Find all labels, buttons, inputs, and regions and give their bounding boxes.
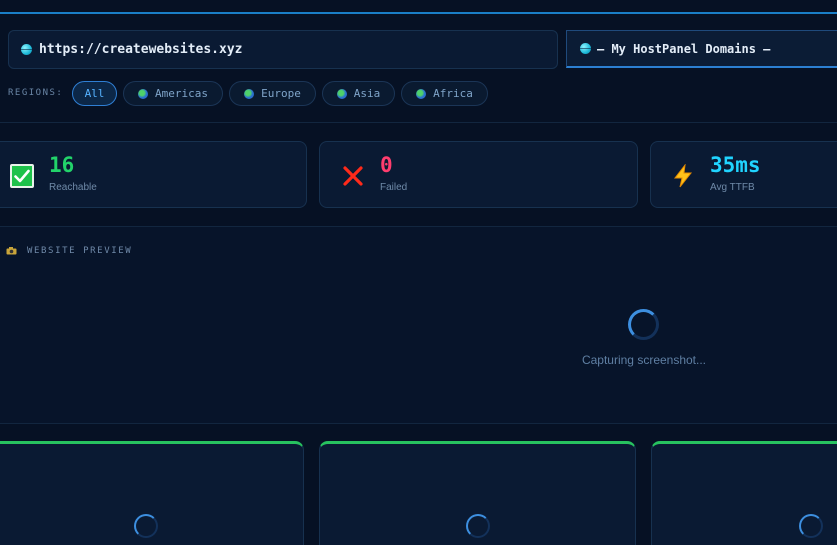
stat-card-failed: 0 Failed	[319, 141, 638, 208]
lightning-icon	[673, 164, 693, 188]
check-icon	[10, 164, 34, 188]
page: https://createwebsites.xyz — My HostPane…	[0, 0, 837, 545]
url-text: https://createwebsites.xyz	[39, 42, 243, 57]
loading-spinner	[799, 514, 823, 538]
top-accent-line	[0, 12, 837, 14]
capturing-status: Capturing screenshot...	[581, 353, 707, 367]
earth-icon	[244, 88, 255, 99]
loading-spinner	[134, 514, 158, 538]
camera-icon	[6, 247, 17, 255]
loading-spinner	[466, 514, 490, 538]
earth-icon	[416, 88, 427, 99]
domain-select-value: — My HostPanel Domains —	[597, 41, 771, 56]
failed-count: 0	[380, 153, 393, 177]
earth-icon	[138, 88, 148, 99]
stat-card-ttfb: 35ms Avg TTFB	[650, 141, 837, 208]
region-chip-label: Americas	[155, 87, 208, 100]
preview-title-text: WEBSITE PREVIEW	[27, 246, 133, 256]
region-chip-europe[interactable]: Europe	[229, 81, 316, 106]
domain-select[interactable]: — My HostPanel Domains —	[566, 30, 837, 68]
region-result-card	[651, 441, 837, 545]
region-chip-asia[interactable]: Asia	[322, 81, 395, 106]
region-chip-africa[interactable]: Africa	[401, 81, 488, 106]
preview-title: WEBSITE PREVIEW	[6, 246, 132, 256]
region-chip-all[interactable]: All	[72, 81, 117, 106]
region-result-card	[319, 441, 636, 545]
region-chip-americas[interactable]: Americas	[123, 81, 223, 106]
regions-label: REGIONS:	[8, 88, 64, 98]
reachable-label: Reachable	[49, 182, 97, 193]
failed-label: Failed	[380, 182, 408, 193]
website-preview-panel: WEBSITE PREVIEW Capturing screenshot...	[0, 226, 837, 424]
loading-spinner	[628, 309, 659, 340]
ttfb-label: Avg TTFB	[710, 182, 755, 193]
cross-icon	[343, 166, 363, 186]
region-chip-label: Africa	[433, 87, 473, 100]
region-chip-label: Europe	[261, 87, 301, 100]
region-result-card	[0, 441, 304, 545]
stat-card-reachable: 16 Reachable	[0, 141, 307, 208]
divider	[0, 122, 837, 123]
ttfb-value: 35ms	[710, 153, 761, 177]
globe-icon	[21, 44, 32, 55]
region-chip-label: Asia	[353, 87, 381, 100]
region-chip-label: All	[84, 87, 105, 100]
url-input[interactable]: https://createwebsites.xyz	[8, 30, 558, 69]
reachable-count: 16	[49, 153, 75, 177]
earth-icon	[336, 88, 347, 99]
globe-icon	[580, 43, 591, 54]
